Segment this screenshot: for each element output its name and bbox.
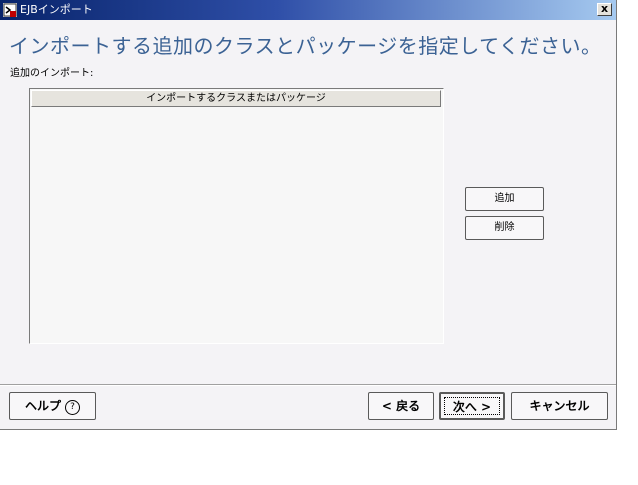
imports-list[interactable]: インポートするクラスまたはパッケージ — [29, 88, 444, 344]
page-heading: インポートする追加のクラスとパッケージを指定してください。 — [9, 34, 602, 58]
help-label: ヘルプ — [24, 399, 61, 413]
add-button[interactable]: 追加 — [465, 187, 544, 211]
dialog-window: EJBインポート x インポートする追加のクラスとパッケージを指定してください。… — [0, 0, 617, 430]
imports-label: 追加のインポート: — [10, 68, 94, 79]
ejb-app-icon — [3, 3, 17, 17]
close-button[interactable]: x — [597, 3, 612, 16]
back-button[interactable]: < 戻る — [368, 392, 434, 420]
title-bar[interactable]: EJBインポート x — [0, 0, 616, 20]
help-button[interactable]: ヘルプ? — [9, 392, 96, 420]
next-button[interactable]: 次へ > — [439, 392, 505, 420]
focus-ring — [444, 397, 500, 415]
remove-button[interactable]: 削除 — [465, 216, 544, 240]
window-title: EJBインポート — [20, 3, 93, 16]
help-icon: ? — [65, 400, 80, 415]
cancel-button[interactable]: キャンセル — [511, 392, 608, 420]
list-column-header[interactable]: インポートするクラスまたはパッケージ — [31, 90, 441, 107]
footer-separator — [0, 384, 616, 386]
